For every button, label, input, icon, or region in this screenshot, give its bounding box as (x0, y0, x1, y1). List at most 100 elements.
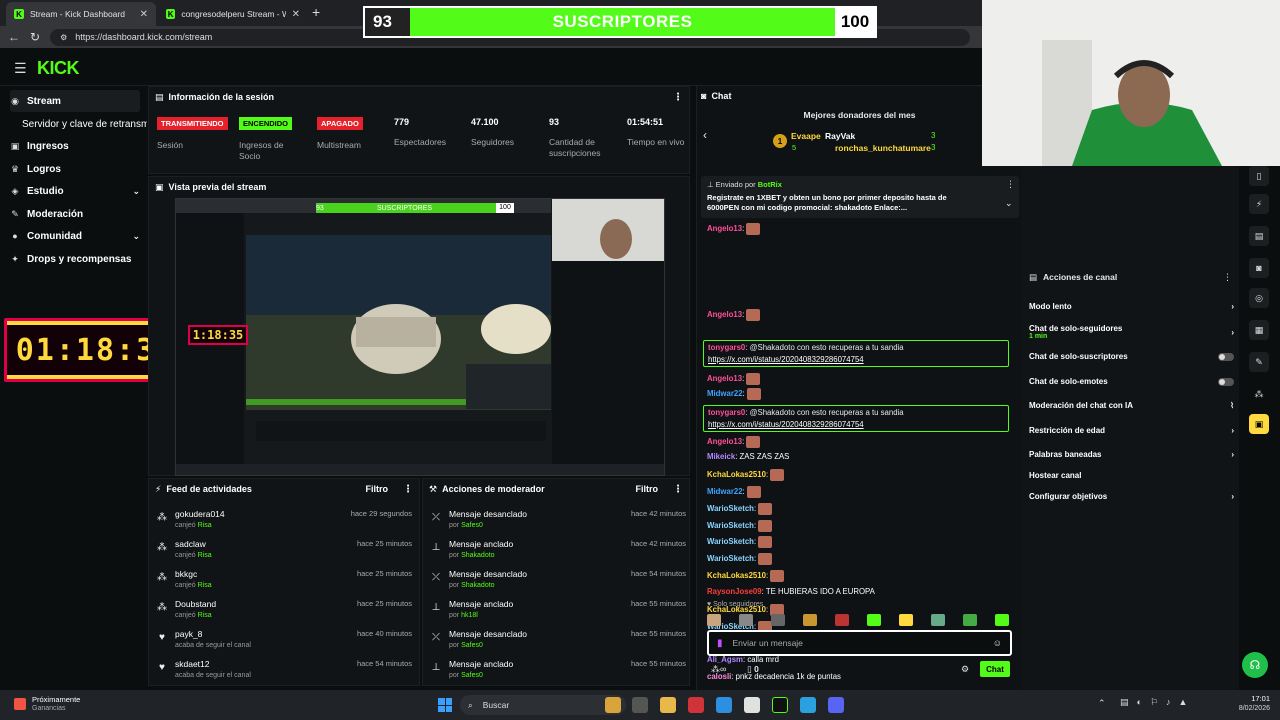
chat-username[interactable]: Midwar22 (707, 389, 743, 398)
action-age-restriction[interactable]: Restricción de edad › (1029, 426, 1234, 435)
more-icon[interactable]: ⋮ (1006, 179, 1015, 190)
action-subs-only[interactable]: Chat de solo-suscriptores (1029, 352, 1234, 361)
sidebar-item-server-key[interactable]: Servidor y clave de retransmisión (22, 113, 147, 135)
settings-icon[interactable]: ⚙ (961, 664, 969, 675)
chat-input[interactable]: ▮ Enviar un mensaje ☺ (707, 630, 1012, 656)
folder-icon[interactable] (660, 697, 676, 713)
close-icon[interactable]: ✕ (292, 9, 300, 20)
chat-username[interactable]: Angelo13 (707, 437, 742, 446)
mod-user[interactable]: Shakadoto (461, 552, 494, 559)
more-icon[interactable]: ⋮ (403, 484, 413, 495)
toggle-switch[interactable] (1218, 352, 1234, 361)
taskbar-app-icon[interactable] (772, 697, 788, 713)
chat-username[interactable]: Mikeick (707, 452, 735, 461)
chat-link[interactable]: https://x.com/i/status/20204083292860747… (708, 355, 864, 364)
action-ai-moderation[interactable]: Moderación del chat con IA ⌇ (1029, 401, 1234, 410)
donor-name[interactable]: ronchas_kunchatumare (835, 143, 931, 153)
mod-user[interactable]: Safes0 (461, 642, 483, 649)
chat-icon[interactable]: ◙ (1249, 258, 1269, 278)
support-icon[interactable]: ☊ (1242, 652, 1268, 678)
chat-username[interactable]: WarioSketch (707, 521, 754, 530)
chat-username[interactable]: tonygars0 (708, 408, 745, 417)
stack-icon[interactable]: ▦ (1249, 320, 1269, 340)
chrome-icon[interactable] (744, 697, 760, 713)
edge-icon[interactable] (716, 697, 732, 713)
taskbar-app-icon[interactable] (632, 697, 648, 713)
donor-name[interactable]: RayVak (825, 131, 855, 141)
pinned-message[interactable]: ⊥ Enviado por BotRix Registrate en 1XBET… (701, 176, 1019, 218)
pinned-user[interactable]: BotRix (758, 180, 782, 189)
feed-user[interactable]: skdaet12 (175, 659, 210, 669)
toggle-switch[interactable] (1218, 377, 1234, 386)
chat-username[interactable]: WarioSketch (707, 504, 754, 513)
tray-chevron-icon[interactable]: ⌃ (1098, 698, 1106, 709)
action-emotes-only[interactable]: Chat de solo-emotes (1029, 377, 1234, 386)
chat-username[interactable]: KchaLokas2510 (707, 470, 766, 479)
emote-bar[interactable] (707, 614, 1012, 626)
reload-icon[interactable]: ↻ (30, 30, 40, 44)
chat-username[interactable]: Angelo13 (707, 224, 742, 233)
action-host-channel[interactable]: Hostear canal (1029, 471, 1234, 480)
clipboard-icon[interactable]: ▣ (1249, 414, 1269, 434)
taskbar-app-icon[interactable] (688, 697, 704, 713)
discord-icon[interactable] (828, 697, 844, 713)
kick-logo[interactable]: KICK (37, 58, 80, 79)
filter-button[interactable]: Filtro (636, 484, 659, 494)
broadcast-icon[interactable]: ◎ (1249, 288, 1269, 308)
chevron-down-icon[interactable]: ⌄ (1005, 198, 1013, 209)
chat-username[interactable]: KchaLokas2510 (707, 571, 766, 580)
tray-icons[interactable]: ▤◐⚐♪▲ (1120, 697, 1195, 708)
chevron-left-icon[interactable]: ‹ (703, 128, 707, 142)
feed-user[interactable]: bkkgc (175, 569, 197, 579)
action-followers-only[interactable]: Chat de solo-seguidores 1 min › (1029, 322, 1234, 342)
mod-user[interactable]: Safes0 (461, 522, 483, 529)
start-icon[interactable] (438, 698, 452, 712)
users-icon[interactable]: ⁂ (1249, 384, 1269, 404)
chat-toggle-icon[interactable]: ▯ (1249, 166, 1269, 186)
points-icon[interactable]: ⁂∞ (711, 664, 726, 675)
sidebar-item-ingresos[interactable]: ▣ Ingresos (10, 135, 140, 157)
close-icon[interactable]: ✕ (140, 9, 148, 20)
chat-username[interactable]: Angelo13 (707, 374, 742, 383)
stream-preview-video[interactable]: SUSCRIPTORES 93 100 (175, 198, 665, 476)
chat-username[interactable]: Midwar22 (707, 487, 743, 496)
feed-user[interactable]: sadclaw (175, 539, 206, 549)
action-slow-mode[interactable]: Modo lento › (1029, 302, 1234, 311)
mod-user[interactable]: hk18l (461, 612, 478, 619)
feed-user[interactable]: gokudera014 (175, 509, 225, 519)
wrench-icon[interactable]: ✎ (1249, 352, 1269, 372)
more-icon[interactable]: ⋮ (673, 92, 683, 103)
site-info-icon[interactable]: ⚙ (60, 33, 67, 42)
sidebar-item-stream[interactable]: ◉ Stream (10, 90, 140, 112)
action-banned-words[interactable]: Palabras baneadas › (1029, 450, 1234, 459)
sidebar-item-estudio[interactable]: ◈ Estudio ⌄ (10, 180, 140, 202)
chat-send-button[interactable]: Chat (980, 661, 1010, 677)
chat-username[interactable]: WarioSketch (707, 554, 754, 563)
feed-user[interactable]: Doubstand (175, 599, 216, 609)
new-tab-button[interactable]: + (312, 4, 320, 20)
sidebar-item-logros[interactable]: ♛ Logros (10, 158, 140, 180)
taskbar-app-icon[interactable] (800, 697, 816, 713)
taskbar-app-icon[interactable] (605, 697, 621, 713)
chat-username[interactable]: Angelo13 (707, 310, 742, 319)
mod-user[interactable]: Shakadoto (461, 582, 494, 589)
filter-button[interactable]: Filtro (366, 484, 389, 494)
sidebar-item-drops[interactable]: ✦ Drops y recompensas (10, 248, 140, 270)
chat-username[interactable]: RaysonJose09 (707, 587, 762, 596)
browser-tab-active[interactable]: K Stream - Kick Dashboard ✕ (6, 2, 156, 26)
browser-tab[interactable]: K congresodelperu Stream - Watch ✕ (158, 2, 308, 26)
taskbar-search[interactable]: ⌕ Buscar (460, 695, 626, 715)
document-icon[interactable]: ▤ (1249, 226, 1269, 246)
chat-link[interactable]: https://x.com/i/status/20204083292860747… (708, 420, 864, 429)
widget-title[interactable]: Próximamente (32, 695, 80, 704)
mic-icon[interactable]: ▮ (717, 638, 723, 649)
more-icon[interactable]: ⋮ (1223, 272, 1232, 283)
chat-username[interactable]: Ali_Agsm (707, 655, 743, 664)
back-icon[interactable]: ← (8, 30, 20, 44)
chat-username[interactable]: tonygars0 (708, 343, 745, 352)
menu-icon[interactable]: ☰ (14, 60, 27, 77)
chat-username[interactable]: WarioSketch (707, 537, 754, 546)
donor-name[interactable]: Evaape (791, 131, 821, 141)
sidebar-item-comunidad[interactable]: ● Comunidad ⌄ (10, 225, 140, 247)
feed-user[interactable]: payk_8 (175, 629, 202, 639)
